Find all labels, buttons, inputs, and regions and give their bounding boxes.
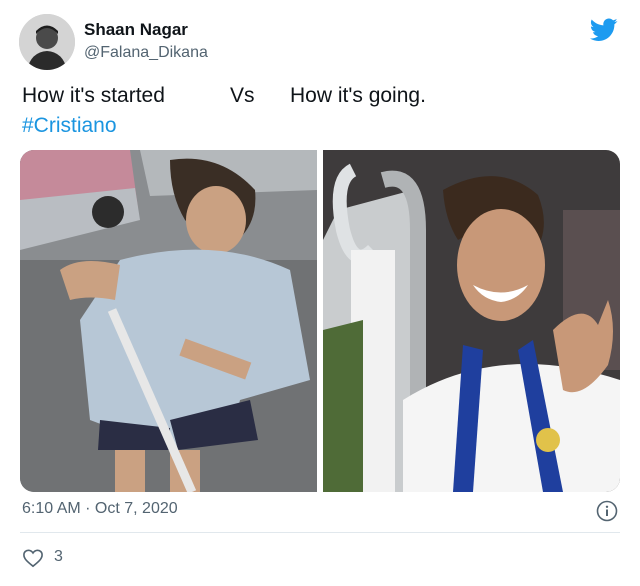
avatar[interactable] [19, 14, 75, 70]
tweet-text-going: How it's going. [290, 84, 426, 107]
photo-trophy-celebration[interactable] [323, 150, 620, 492]
tweet-text-vs: Vs [230, 84, 255, 107]
tweet-media[interactable] [20, 150, 620, 492]
heart-icon[interactable] [22, 548, 44, 568]
tweet-timestamp[interactable]: 6:10 AM · Oct 7, 2020 [22, 500, 178, 518]
info-icon[interactable] [596, 500, 618, 522]
twitter-bird-icon[interactable] [589, 18, 618, 42]
author-handle[interactable]: @Falana_Dikana [84, 44, 208, 62]
photo-young-boy[interactable] [20, 150, 317, 492]
tweet-card: Shaan Nagar @Falana_Dikana How it's star… [0, 0, 640, 586]
author-name[interactable]: Shaan Nagar [84, 20, 188, 40]
divider [20, 532, 620, 533]
like-count: 3 [54, 548, 63, 565]
hashtag-link[interactable]: #Cristiano [22, 114, 117, 138]
avatar-photo [19, 14, 75, 70]
tweet-text-started: How it's started [22, 84, 165, 107]
